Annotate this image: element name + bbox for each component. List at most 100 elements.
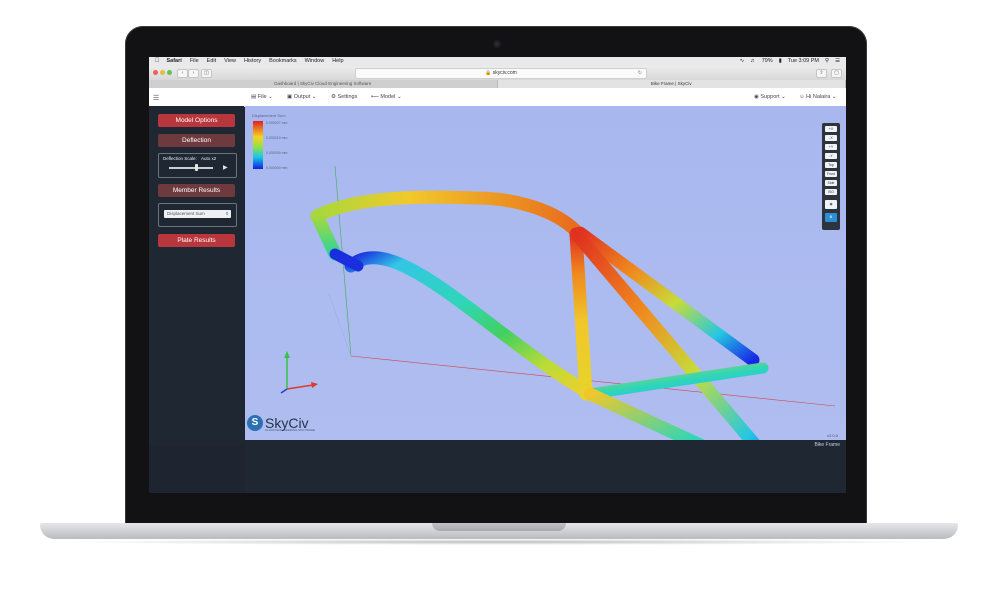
seat-tube (569, 227, 593, 401)
version-label: v2.0.0 (827, 433, 838, 438)
webcam-icon (493, 40, 501, 48)
user-label: Hi Nalaira (806, 94, 831, 100)
reload-icon[interactable]: ↻ (638, 69, 642, 78)
model-options-button[interactable]: Model Options (158, 114, 235, 127)
url-bar[interactable]: 🔒 skyciv.com ↻ (355, 68, 647, 79)
chevron-down-icon: ⌄ (781, 94, 786, 100)
top-tube (310, 190, 583, 238)
mac-menu-bar:  Safari File Edit View History Bookmark… (149, 57, 846, 66)
deflection-scale-panel: Deflection Scale: Auto x2 ▶ (158, 153, 237, 178)
plate-results-button[interactable]: Plate Results (158, 234, 235, 247)
user-icon: ☺ (799, 94, 805, 100)
deflection-button[interactable]: Deflection (158, 134, 235, 147)
notification-center-icon[interactable]: ☰ (835, 57, 840, 66)
legend-value-min: 0.000000 mm (266, 166, 288, 170)
skyciv-logo: S SkyCiv CLOUD ENGINEERING SOFTWARE (247, 415, 315, 432)
hamburger-menu-icon[interactable]: ☰ (153, 94, 159, 102)
settings-toggle-icon[interactable]: ⚙ (825, 213, 837, 222)
search-icon[interactable]: ⚲ (825, 57, 829, 66)
view-side-button[interactable]: Side (825, 180, 837, 186)
3d-viewport[interactable]: Displacement Sum 0.000027 mm 0.000019 mm… (245, 106, 846, 440)
apple-icon[interactable]:  (155, 57, 160, 66)
tab-bike-frame[interactable]: Bike Frame | SkyCiv (497, 80, 846, 88)
gear-icon: ⚙ (331, 94, 336, 100)
bike-frame-model (280, 165, 836, 440)
battery-icon[interactable]: ▮ (779, 57, 782, 66)
user-menu-button[interactable]: ☺ Hi Nalaira ⌄ (799, 94, 836, 100)
menu-edit[interactable]: Edit (207, 57, 216, 66)
legend-value-2: 0.000019 mm (266, 136, 288, 140)
triad-x-axis (286, 384, 314, 390)
slider-handle[interactable] (195, 164, 198, 171)
play-icon[interactable]: ▶ (223, 164, 228, 171)
head-tube (310, 209, 342, 261)
support-label: Support (760, 94, 780, 100)
tabs-overview-button[interactable]: ▢ (831, 69, 842, 78)
menu-clock[interactable]: Tue 3:09 PM (788, 57, 819, 66)
chevron-down-icon: ⌄ (311, 94, 317, 100)
view-minus-x-button[interactable]: -X (825, 135, 837, 141)
menu-history[interactable]: History (244, 57, 261, 66)
deflection-scale-slider[interactable] (169, 167, 213, 169)
chevron-down-icon: ⌄ (268, 94, 273, 100)
legend-value-3: 0.000009 mm (266, 151, 288, 155)
bottom-panel: Bike Frame (245, 440, 846, 493)
member-results-button[interactable]: Member Results (158, 184, 235, 197)
forward-button[interactable]: › (188, 69, 199, 78)
browser-tabs: Dashboard | SkyCiv Cloud Engineering Sof… (149, 80, 846, 88)
back-button[interactable]: ‹ (177, 69, 188, 78)
view-front-button[interactable]: Front (825, 171, 837, 177)
menu-app-name[interactable]: Safari (167, 57, 182, 66)
maximize-icon[interactable] (167, 70, 172, 75)
output-menu-button[interactable]: ▣ Output ⌄ (287, 94, 316, 100)
close-icon[interactable] (153, 70, 158, 75)
share-button[interactable]: ⇧ (816, 69, 827, 78)
output-menu-label: Output (293, 94, 311, 100)
menu-view[interactable]: View (224, 57, 236, 66)
view-iso-button[interactable]: ISO (825, 189, 837, 195)
view-plus-x-button[interactable]: +X (825, 126, 837, 132)
camera-icon[interactable]: ◉ (825, 200, 837, 209)
settings-button[interactable]: ⚙ Settings (331, 94, 357, 100)
menu-help[interactable]: Help (332, 57, 343, 66)
legend-value-max: 0.000027 mm (266, 121, 288, 125)
result-type-select[interactable]: Displacement Sum ⇕ (164, 210, 231, 218)
triad-z-axis (280, 388, 288, 394)
view-minus-y-button[interactable]: -Y (825, 153, 837, 159)
menu-bookmarks[interactable]: Bookmarks (269, 57, 297, 66)
sidebar-toggle-button[interactable]: ◫ (201, 69, 212, 78)
left-sidebar: Model Options Deflection Deflection Scal… (149, 106, 244, 445)
laptop-shadow (60, 539, 940, 545)
model-name-label: Bike Frame (814, 442, 840, 448)
file-menu-button[interactable]: ▤ File ⌄ (251, 94, 273, 100)
menu-status-area: ∿ ♬ 79% ▮ Tue 3:09 PM ⚲ ☰ (740, 57, 846, 66)
support-menu-button[interactable]: ◉ Support ⌄ (754, 94, 786, 100)
result-type-value: Displacement Sum (167, 211, 205, 216)
menu-file[interactable]: File (190, 57, 199, 66)
battery-percent[interactable]: 79% (762, 57, 773, 66)
deflection-scale-label: Deflection Scale: (163, 156, 197, 161)
chevron-down-icon: ⇕ (225, 211, 229, 216)
menu-window[interactable]: Window (305, 57, 325, 66)
safari-toolbar: ‹ › ◫ 🔒 skyciv.com ↻ ⇧ ▢ (149, 66, 846, 80)
lock-icon: 🔒 (485, 70, 492, 76)
app-toolbar: ☰ ▤ File ⌄ ▣ Output ⌄ ⚙ Settings ⟵ Model… (149, 88, 846, 107)
skyciv-logo-icon: S (247, 415, 263, 431)
member-results-panel: Displacement Sum ⇕ (158, 203, 237, 227)
laptop-notch (432, 523, 566, 531)
chevron-down-icon: ⌄ (831, 94, 837, 100)
file-menu-label: File (257, 94, 267, 100)
wifi-icon[interactable]: ∿ (740, 57, 745, 66)
monitor-icon: ▣ (287, 94, 293, 100)
support-icon: ◉ (754, 94, 759, 100)
volume-icon[interactable]: ♬ (750, 57, 756, 66)
arrow-left-icon: ⟵ (371, 94, 379, 100)
view-top-button[interactable]: Top (825, 162, 837, 168)
chevron-down-icon: ⌄ (396, 94, 402, 100)
logo-tagline: CLOUD ENGINEERING SOFTWARE (265, 428, 316, 432)
view-plus-y-button[interactable]: +Y (825, 144, 837, 150)
model-button[interactable]: ⟵ Model ⌄ (371, 94, 402, 100)
window-controls (153, 70, 174, 75)
minimize-icon[interactable] (160, 70, 165, 75)
tab-dashboard[interactable]: Dashboard | SkyCiv Cloud Engineering Sof… (149, 80, 498, 88)
